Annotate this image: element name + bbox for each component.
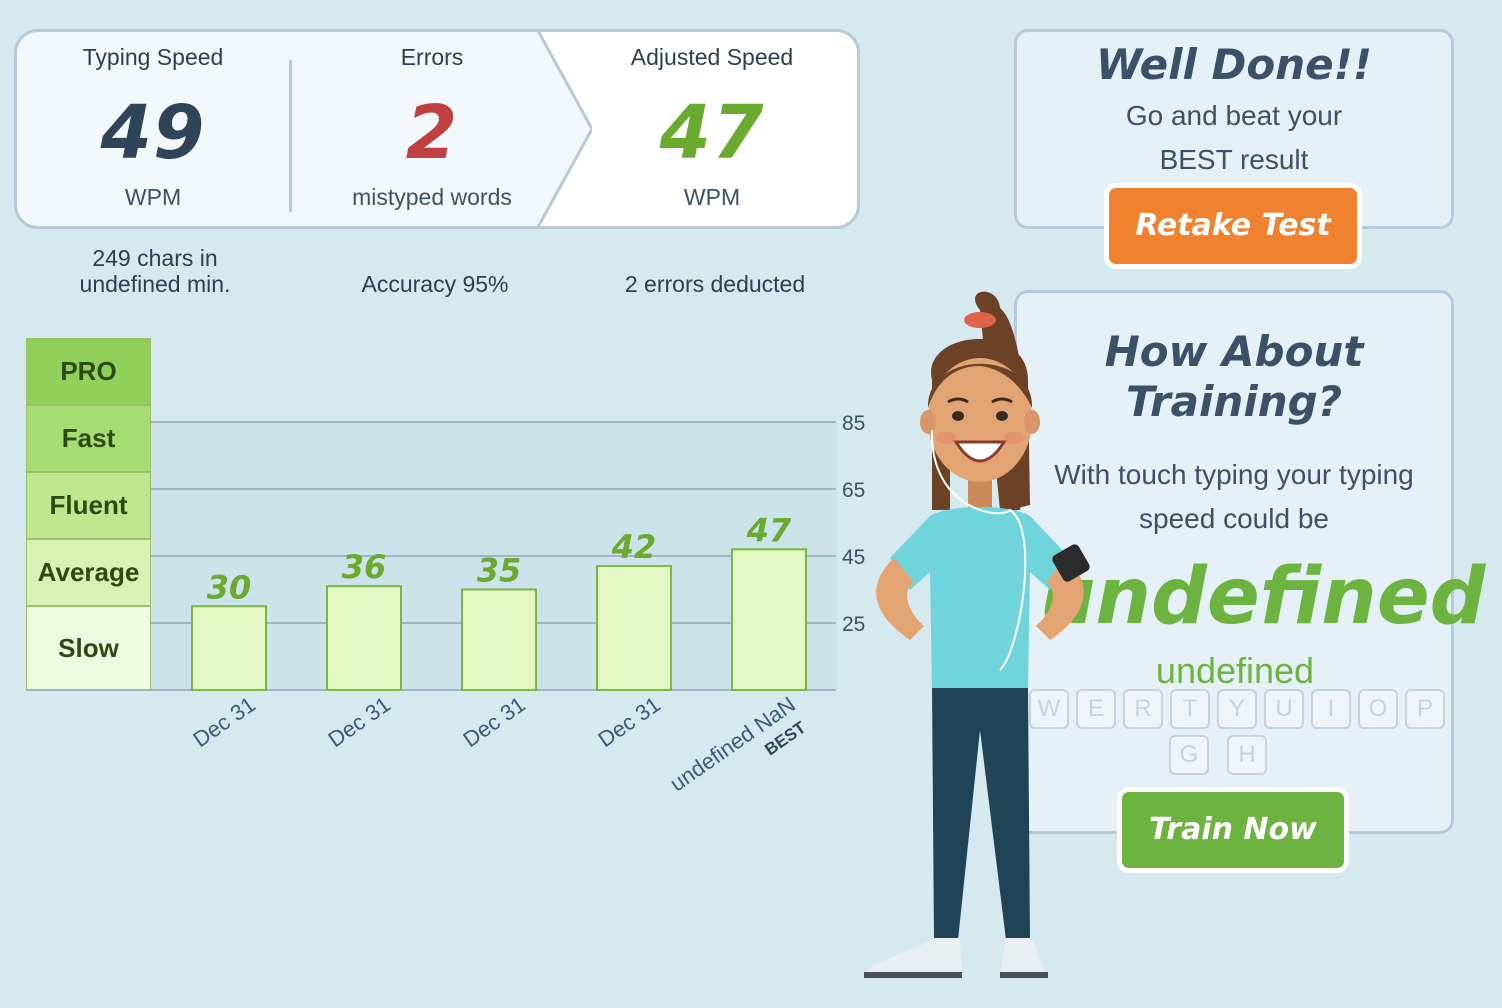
errors-unit: mistyped words [352,184,512,210]
x-tick-label: Dec 31 [593,692,664,752]
errors-title: Errors [400,44,464,70]
key-p: P [1405,689,1445,729]
bar [596,565,672,691]
bar-value-label: 35 [477,552,522,590]
well-done-line1: Go and beat your [1125,100,1343,131]
speed-history-chart: 2545658530Dec 3136Dec 3135Dec 3142Dec 31… [26,412,865,796]
typing-speed-stat: Typing Speed 49 WPM [17,32,289,226]
key-g: G [1169,735,1209,775]
key-o: O [1358,689,1398,729]
typing-speed-title: Typing Speed [82,44,224,70]
bar [731,548,807,691]
train-now-button[interactable]: Train Now [1117,787,1349,873]
x-tick-label: Dec 31 [323,692,394,752]
deducted-info: 2 errors deducted [624,271,806,297]
key-y: Y [1217,689,1257,729]
typing-speed-unit: WPM [124,184,182,210]
retake-test-button[interactable]: Retake Test [1104,183,1362,269]
key-t: T [1170,689,1210,729]
bar-value-label: 30 [207,568,252,606]
bar-value-label: 47 [746,511,792,549]
x-tick-label: Dec 31 [188,692,259,752]
stats-panel: Typing Speed 49 WPM Errors 2 mistyped wo… [14,29,860,229]
adjusted-speed-stat: Adjusted Speed 47 WPM [592,32,832,226]
errors-value: 2 [405,90,459,176]
well-done-line2: BEST result [1159,144,1309,175]
well-done-heading: Well Done!! [1096,40,1372,89]
accuracy-info: Accuracy 95% [361,271,509,297]
bar [461,588,537,691]
key-h: H [1227,735,1267,775]
adjusted-speed-title: Adjusted Speed [630,44,794,70]
key-u: U [1264,689,1304,729]
adjusted-speed-value: 47 [659,90,765,176]
bar [191,605,267,691]
bar-value-label: 36 [342,548,387,586]
bar-value-label: 42 [611,528,657,566]
key-i: I [1311,689,1351,729]
girl-illustration [864,291,1090,978]
chars-info: 249 chars in undefined min. [79,245,231,297]
bar [326,585,402,691]
adjusted-speed-unit: WPM [683,184,741,210]
key-r: R [1123,689,1163,729]
typing-speed-value: 49 [100,90,206,176]
x-tick-label: Dec 31 [458,692,529,752]
errors-stat: Errors 2 mistyped words [292,32,572,226]
